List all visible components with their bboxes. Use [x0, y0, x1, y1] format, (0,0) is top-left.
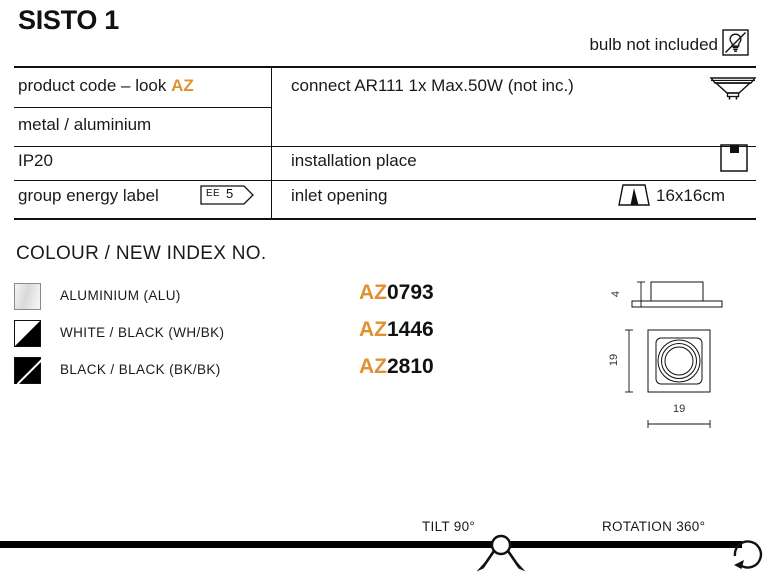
spec-inlet-opening: inlet opening [291, 186, 388, 205]
energy-label-value: 5 [226, 186, 234, 201]
colour-name-black-black: BLACK / BLACK (BK/BK) [60, 362, 221, 377]
motion-section: TILT 90° ROTATION 360° [0, 505, 770, 579]
black-black-swatch [14, 357, 45, 385]
energy-label-prefix: EE [206, 188, 220, 199]
dim-width-label: 19 [673, 403, 686, 415]
colour-name-aluminium: ALUMINIUM (ALU) [60, 288, 181, 303]
tilt-arrows-icon [466, 531, 536, 584]
colour-row-aluminium: ALUMINIUM (ALU) . . . . . . . . . . AZ07… [14, 281, 464, 311]
leader-dots-aluminium: . . . . . . . . . . [200, 295, 360, 305]
table-column-divider [271, 68, 272, 218]
inlet-trapezoid-icon [616, 182, 652, 213]
technical-drawing: 4 19 19 [596, 272, 766, 437]
index-prefix-white-black: AZ [359, 318, 387, 341]
colour-name-white-black: WHITE / BLACK (WH/BK) [60, 325, 225, 340]
index-number-white-black: 1446 [387, 318, 434, 341]
table-rule-left-1 [14, 107, 271, 108]
spec-product-code: product code – look AZ [18, 76, 194, 96]
luminaire-top-view-icon [647, 329, 711, 393]
table-rule-left-3 [14, 180, 271, 181]
colour-section-heading: COLOUR / NEW INDEX NO. [16, 243, 267, 264]
index-prefix-black-black: AZ [359, 355, 387, 378]
colour-row-black-black: BLACK / BLACK (BK/BK) . . . . . . AZ2810 [14, 355, 464, 385]
spec-product-code-label: product code – look [18, 76, 172, 95]
colour-row-white-black: WHITE / BLACK (WH/BK) . . . . . . AZ1446 [14, 318, 464, 348]
table-rule-right-2 [271, 180, 756, 181]
energy-pennant-icon: EE 5 [200, 185, 256, 205]
inlet-opening-value: 16x16cm [656, 186, 725, 205]
bulb-not-included-label: bulb not included [589, 35, 718, 54]
rotation-circle-arrow-icon [722, 525, 770, 578]
table-rule-right-1 [271, 146, 756, 147]
spec-material: metal / aluminium [18, 115, 152, 134]
rotation-label: ROTATION 360° [602, 519, 706, 534]
index-number-black-black: 2810 [387, 355, 434, 378]
page-title: SISTO 1 [18, 5, 119, 35]
motion-bar [0, 541, 742, 548]
white-black-swatch [14, 320, 41, 347]
spec-installation-place: installation place [291, 151, 417, 170]
spec-ip-rating: IP20 [18, 151, 53, 170]
leader-dots-black-black: . . . . . . [251, 369, 361, 379]
luminaire-side-view-icon [631, 281, 723, 308]
leader-dots-white-black: . . . . . . [251, 332, 361, 342]
black-black-swatch-diagonal [16, 357, 45, 385]
dim-height-label: 4 [610, 290, 623, 298]
spec-energy-label: group energy label [18, 186, 159, 205]
index-prefix-aluminium: AZ [359, 281, 387, 304]
ar111-lamp-icon [708, 72, 758, 107]
aluminium-swatch [14, 283, 41, 310]
dim-side-label: 19 [608, 353, 621, 367]
index-no-aluminium: AZ0793 [359, 281, 434, 305]
spec-product-code-accent: AZ [171, 76, 194, 95]
index-number-aluminium: 0793 [387, 281, 434, 304]
spec-connect-lamp: connect AR111 1x Max.50W (not inc.) [291, 76, 574, 95]
index-no-black-black: AZ2810 [359, 355, 434, 379]
table-rule-left-2 [14, 146, 271, 147]
bulb-crossed-out-icon [722, 29, 749, 56]
index-no-white-black: AZ1446 [359, 318, 434, 342]
recessed-ceiling-icon [720, 144, 748, 177]
